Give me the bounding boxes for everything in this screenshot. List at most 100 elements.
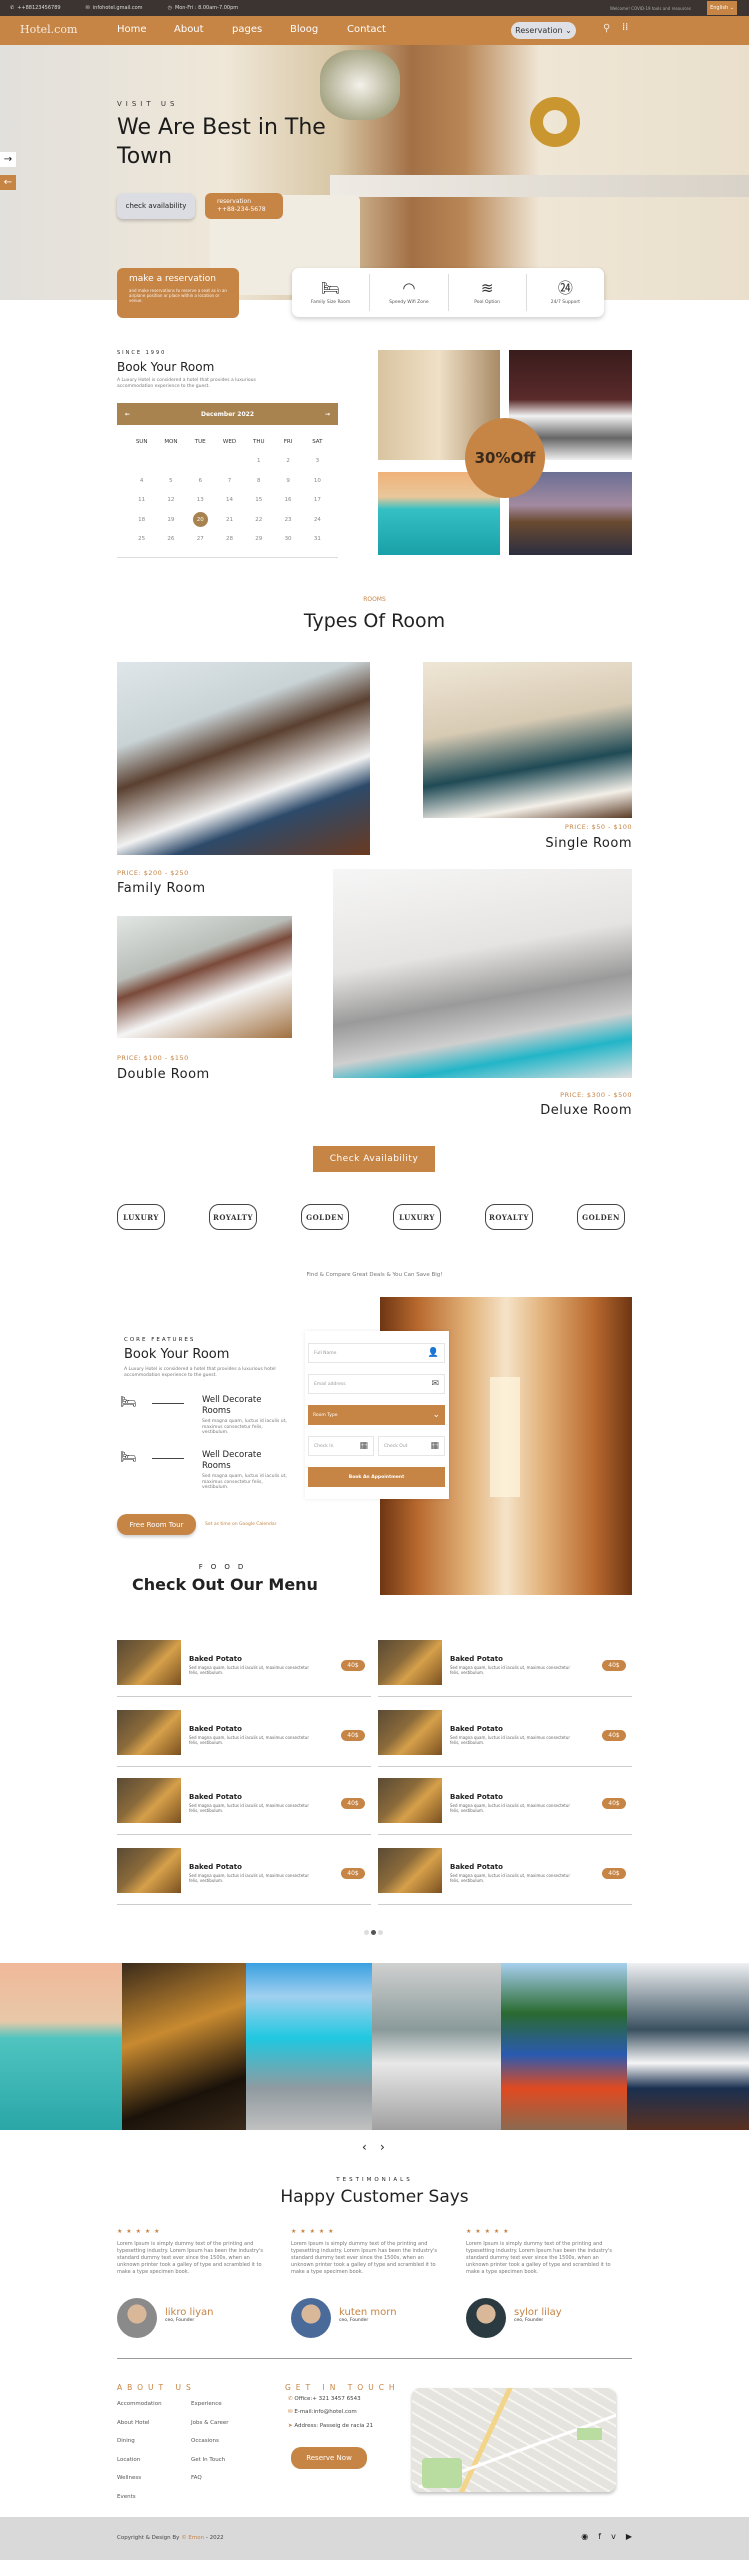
language-select[interactable]: English ⌄: [707, 1, 737, 15]
page-dot-active[interactable]: [371, 1930, 376, 1935]
arrow-right-icon[interactable]: →: [0, 152, 16, 167]
facebook-icon[interactable]: f: [598, 2532, 601, 2541]
footer-link[interactable]: Dining: [117, 2438, 135, 2444]
menu-item[interactable]: Baked Potato Sed magna quam, luctus id ia…: [378, 1848, 632, 1914]
next-month-icon[interactable]: →: [325, 411, 330, 418]
calendar-day[interactable]: 27: [186, 530, 215, 550]
calendar-day[interactable]: 30: [273, 530, 302, 550]
menu-item[interactable]: Baked Potato Sed magna quam, luctus id ia…: [117, 1848, 371, 1914]
search-icon[interactable]: ⚲: [603, 23, 610, 34]
author-link[interactable]: © Emon: [181, 2535, 204, 2541]
youtube-icon[interactable]: ▶: [626, 2532, 632, 2541]
calendar-day[interactable]: 1: [244, 452, 273, 472]
deluxe-room-title[interactable]: Deluxe Room: [333, 1103, 632, 1118]
email-input[interactable]: Email address ✉: [308, 1374, 445, 1394]
calendar-day[interactable]: 19: [156, 510, 185, 530]
family-room-title[interactable]: Family Room: [117, 881, 205, 896]
calendar-day[interactable]: 12: [156, 491, 185, 511]
make-reservation-card[interactable]: make a reservation and make reservations …: [117, 268, 239, 318]
menu-item[interactable]: Baked Potato Sed magna quam, luctus id ia…: [117, 1778, 371, 1844]
calendar-day[interactable]: 8: [244, 471, 273, 491]
nav-contact[interactable]: Contact: [347, 24, 386, 35]
gallery-photo-pool[interactable]: [501, 1963, 627, 2130]
check-availability-cta[interactable]: Check Availability: [313, 1146, 435, 1172]
gallery-photo-lobby[interactable]: [372, 1963, 501, 2130]
calendar-day[interactable]: 22: [244, 510, 273, 530]
gallery-photo-suite[interactable]: [627, 1963, 749, 2130]
check-in-input[interactable]: Check In ▦: [308, 1436, 374, 1456]
calendar-day[interactable]: 29: [244, 530, 273, 550]
gallery-next-icon[interactable]: ›: [380, 2140, 385, 2154]
gallery-prev-icon[interactable]: ‹: [362, 2140, 367, 2154]
calendar-day[interactable]: 7: [215, 471, 244, 491]
calendar-day[interactable]: 9: [273, 471, 302, 491]
page-dot[interactable]: [378, 1930, 383, 1935]
calendar-day[interactable]: 3: [303, 452, 332, 472]
calendar-day-selected[interactable]: 20: [186, 510, 215, 530]
single-room-image[interactable]: [423, 662, 632, 818]
grid-menu-icon[interactable]: ⁞⁞: [622, 22, 628, 33]
footer-link[interactable]: Experience: [191, 2401, 222, 2407]
menu-item[interactable]: Baked Potato Sed magna quam, luctus id ia…: [117, 1640, 371, 1706]
calendar-day[interactable]: 16: [273, 491, 302, 511]
free-room-tour-button[interactable]: Free Room Tour: [117, 1514, 196, 1535]
check-out-input[interactable]: Check Out ▦: [378, 1436, 445, 1456]
calendar-day[interactable]: 4: [127, 471, 156, 491]
deluxe-room-image[interactable]: [333, 869, 632, 1078]
calendar-day[interactable]: 28: [215, 530, 244, 550]
menu-item[interactable]: Baked Potato Sed magna quam, luctus id ia…: [117, 1710, 371, 1776]
footer-link[interactable]: Wellness: [117, 2475, 141, 2481]
calendar-day[interactable]: 13: [186, 491, 215, 511]
gallery-photo-bar[interactable]: [122, 1963, 246, 2130]
single-room-title[interactable]: Single Room: [423, 836, 632, 851]
check-availability-button[interactable]: check availability: [117, 193, 195, 219]
calendar-day[interactable]: 24: [303, 510, 332, 530]
footer-link[interactable]: Get In Touch: [191, 2457, 225, 2463]
reserve-now-button[interactable]: Reserve Now: [291, 2447, 367, 2469]
nav-blog[interactable]: Bloog: [290, 24, 318, 35]
footer-link[interactable]: FAQ: [191, 2475, 202, 2481]
menu-item[interactable]: Baked Potato Sed magna quam, luctus id ia…: [378, 1640, 632, 1706]
reservation-button[interactable]: Reservation ⌄: [511, 22, 576, 39]
email-contact[interactable]: ✉ E-mail:info@hotel.com: [288, 2409, 357, 2415]
calendar-day[interactable]: 6: [186, 471, 215, 491]
calendar-day[interactable]: 15: [244, 491, 273, 511]
page-dot[interactable]: [364, 1930, 369, 1935]
family-room-image[interactable]: [117, 662, 370, 855]
nav-home[interactable]: Home: [117, 24, 147, 35]
footer-link[interactable]: Jobs & Career: [191, 2420, 229, 2426]
reservation-phone-button[interactable]: reservation ++88-234-5678: [205, 193, 283, 219]
calendar-day[interactable]: 23: [273, 510, 302, 530]
topbar-notice[interactable]: Welcome! COVID-19 tools and resources: [610, 6, 691, 11]
gallery-photo-couple-pier[interactable]: [246, 1963, 372, 2130]
menu-item[interactable]: Baked Potato Sed magna quam, luctus id ia…: [378, 1710, 632, 1776]
nav-about[interactable]: About: [174, 24, 204, 35]
footer-link[interactable]: About Hotel: [117, 2420, 150, 2426]
double-room-image[interactable]: [117, 916, 292, 1038]
footer-link[interactable]: Events: [117, 2494, 136, 2500]
calendar-day[interactable]: 18: [127, 510, 156, 530]
arrow-left-icon[interactable]: ←: [0, 175, 16, 190]
calendar-day[interactable]: 14: [215, 491, 244, 511]
footer-link[interactable]: Location: [117, 2457, 140, 2463]
calendar-day[interactable]: 11: [127, 491, 156, 511]
nav-pages[interactable]: pages: [232, 24, 262, 35]
full-name-input[interactable]: Full Name 👤: [308, 1343, 445, 1363]
calendar-day[interactable]: 31: [303, 530, 332, 550]
double-room-title[interactable]: Double Room: [117, 1067, 210, 1082]
calendar-day[interactable]: 25: [127, 530, 156, 550]
room-type-select[interactable]: Room Type ⌄: [308, 1405, 445, 1425]
book-appointment-button[interactable]: Book An Appointment: [308, 1467, 445, 1487]
calendar-day[interactable]: 5: [156, 471, 185, 491]
dribbble-icon[interactable]: ◉: [581, 2532, 588, 2541]
calendar-day[interactable]: 17: [303, 491, 332, 511]
prev-month-icon[interactable]: ←: [125, 411, 130, 418]
google-calendar-link[interactable]: Set as time on Google Calendar: [205, 1522, 277, 1527]
gallery-photo-villas[interactable]: [0, 1963, 122, 2130]
menu-item[interactable]: Baked Potato Sed magna quam, luctus id ia…: [378, 1778, 632, 1844]
calendar-day[interactable]: 2: [273, 452, 302, 472]
logo[interactable]: Hotel.com: [20, 23, 77, 36]
footer-link[interactable]: Accommodation: [117, 2401, 162, 2407]
footer-link[interactable]: Occasions: [191, 2438, 219, 2444]
location-map[interactable]: [412, 2388, 616, 2492]
